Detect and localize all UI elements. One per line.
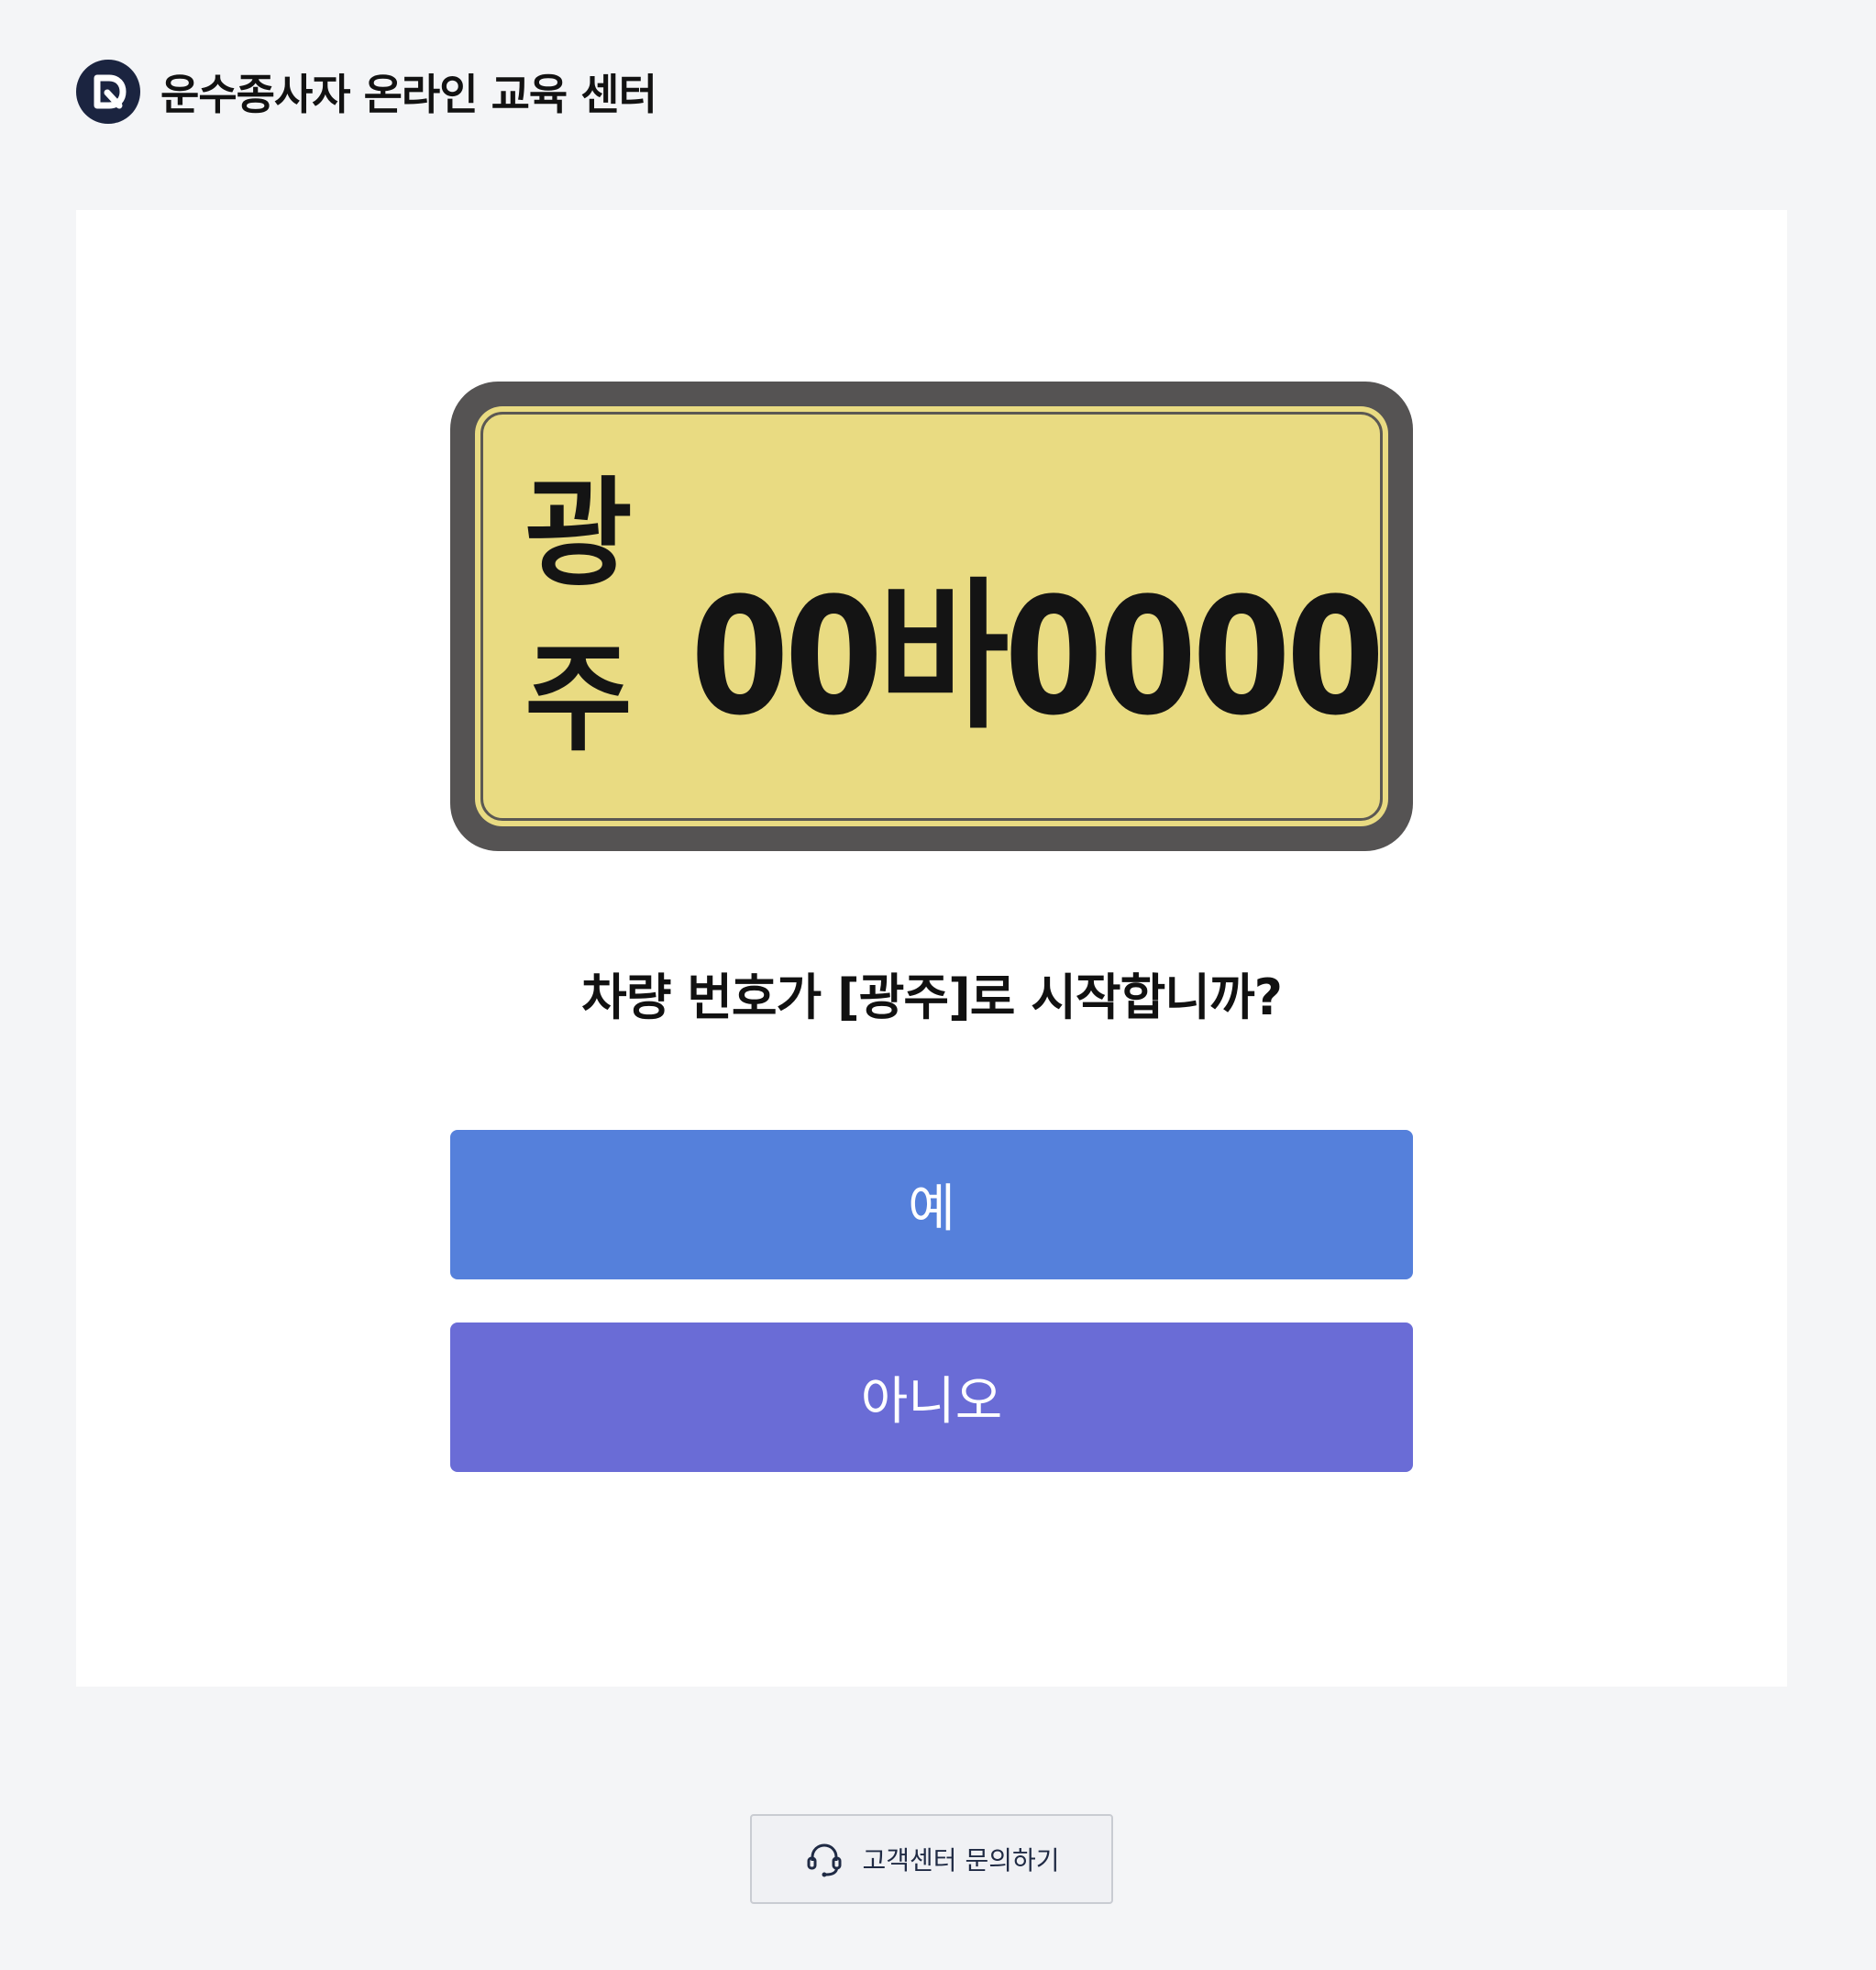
question-text: 차량 번호가 [광주]로 시작합니까? [581, 968, 1283, 1026]
headset-icon [807, 1843, 841, 1877]
site-header: 운수종사자 온라인 교육 센터 [76, 59, 657, 125]
no-button[interactable]: 아니오 [450, 1323, 1413, 1472]
yes-button[interactable]: 예 [450, 1130, 1413, 1279]
main-card: 광주 00바0000 차량 번호가 [광주]로 시작합니까? 예 아니오 [76, 210, 1787, 1687]
plate-face: 광주 00바0000 [475, 406, 1388, 826]
customer-support-button[interactable]: 고객센터 문의하기 [750, 1814, 1113, 1904]
support-label: 고객센터 문의하기 [862, 1845, 1060, 1876]
site-title: 운수종사자 온라인 교육 센터 [160, 70, 657, 119]
plate-region: 광주 [524, 466, 633, 768]
d-logo-icon[interactable] [76, 60, 140, 124]
plate-number: 00바0000 [690, 563, 1385, 751]
license-plate: 광주 00바0000 [450, 382, 1413, 851]
